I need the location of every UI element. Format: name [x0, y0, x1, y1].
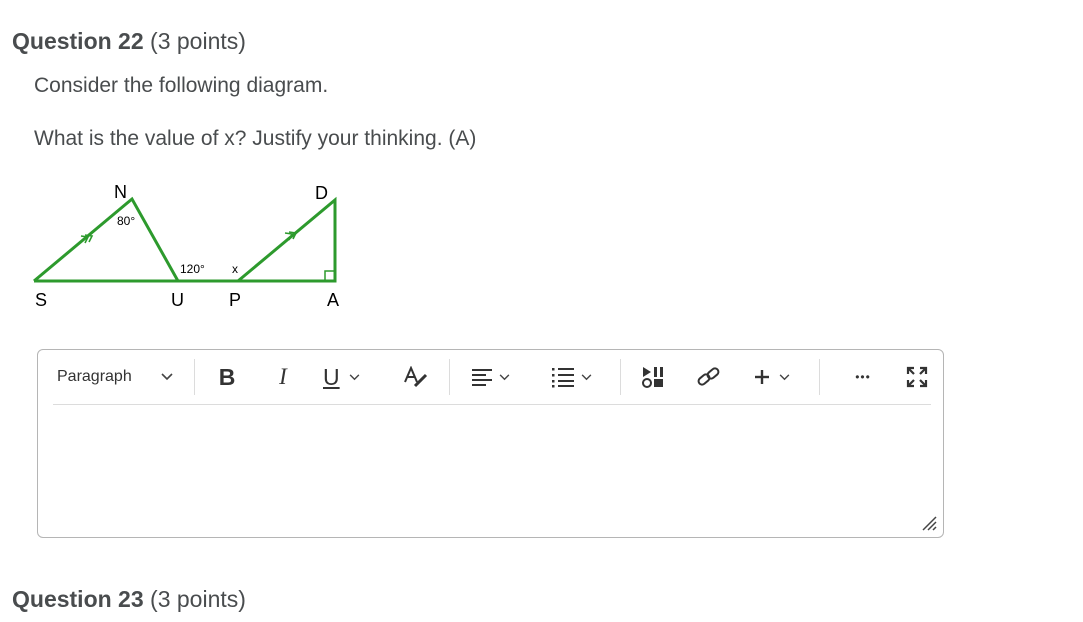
insert-media-button[interactable]	[639, 350, 667, 404]
italic-button[interactable]: I	[269, 350, 297, 404]
chevron-down-icon	[779, 368, 790, 386]
chevron-down-icon	[349, 368, 360, 386]
question-points: (3 points)	[150, 586, 246, 612]
answer-text-area[interactable]	[38, 405, 943, 535]
bold-icon: B	[218, 363, 236, 390]
parallel-arrow-marks	[80, 231, 298, 244]
triangle-pda	[237, 196, 337, 283]
media-icon	[642, 367, 663, 388]
format-dropdown[interactable]: Paragraph	[53, 350, 197, 404]
question-23-header: Question 23 (3 points)	[12, 586, 246, 613]
question-prompt: Consider the following diagram.	[34, 74, 329, 97]
text-style-button[interactable]	[400, 350, 430, 404]
question-title: Question 23	[12, 586, 144, 612]
label-u: U	[171, 290, 184, 310]
toolbar-divider	[194, 359, 195, 395]
angle-n-label: 80°	[117, 214, 135, 228]
format-dropdown-label: Paragraph	[57, 368, 132, 385]
fullscreen-icon	[906, 366, 928, 388]
text-style-icon	[404, 366, 428, 388]
align-dropdown[interactable]	[471, 350, 523, 404]
question-prompt-detail: What is the value of x? Justify your thi…	[34, 127, 477, 150]
bold-button[interactable]: B	[213, 350, 241, 404]
answer-editor: Paragraph B I U •••	[37, 349, 944, 538]
plus-icon	[755, 370, 769, 384]
insert-link-button[interactable]	[695, 350, 723, 404]
toolbar-divider	[819, 359, 820, 395]
triangle-snu	[33, 196, 181, 283]
link-icon	[697, 367, 720, 386]
italic-icon: I	[279, 364, 287, 389]
label-d: D	[315, 183, 328, 203]
toolbar-divider	[620, 359, 621, 395]
list-icon	[552, 368, 574, 388]
geometry-diagram: N D S U P A 80° 120° x	[33, 182, 339, 310]
more-icon: •••	[855, 370, 871, 384]
angle-u-label: 120°	[180, 262, 205, 276]
align-left-icon	[472, 369, 492, 386]
underline-icon: U	[323, 363, 340, 390]
list-dropdown[interactable]	[551, 350, 603, 404]
fullscreen-button[interactable]	[904, 350, 930, 404]
more-options-button[interactable]: •••	[848, 350, 878, 404]
insert-dropdown[interactable]	[753, 350, 803, 404]
question-points: (3 points)	[150, 28, 246, 54]
question-22-header: Question 22 (3 points)	[12, 28, 246, 55]
resize-handle-icon[interactable]	[921, 515, 937, 531]
label-s: S	[35, 290, 47, 310]
label-p: P	[229, 290, 241, 310]
editor-toolbar: Paragraph B I U •••	[53, 350, 931, 405]
chevron-down-icon	[161, 368, 173, 386]
label-n: N	[114, 182, 127, 202]
chevron-down-icon	[499, 368, 510, 386]
question-title: Question 22	[12, 28, 144, 54]
angle-x-label: x	[232, 262, 238, 276]
toolbar-divider	[449, 359, 450, 395]
underline-button[interactable]: U	[323, 350, 379, 404]
label-a: A	[327, 290, 339, 310]
chevron-down-icon	[581, 368, 592, 386]
